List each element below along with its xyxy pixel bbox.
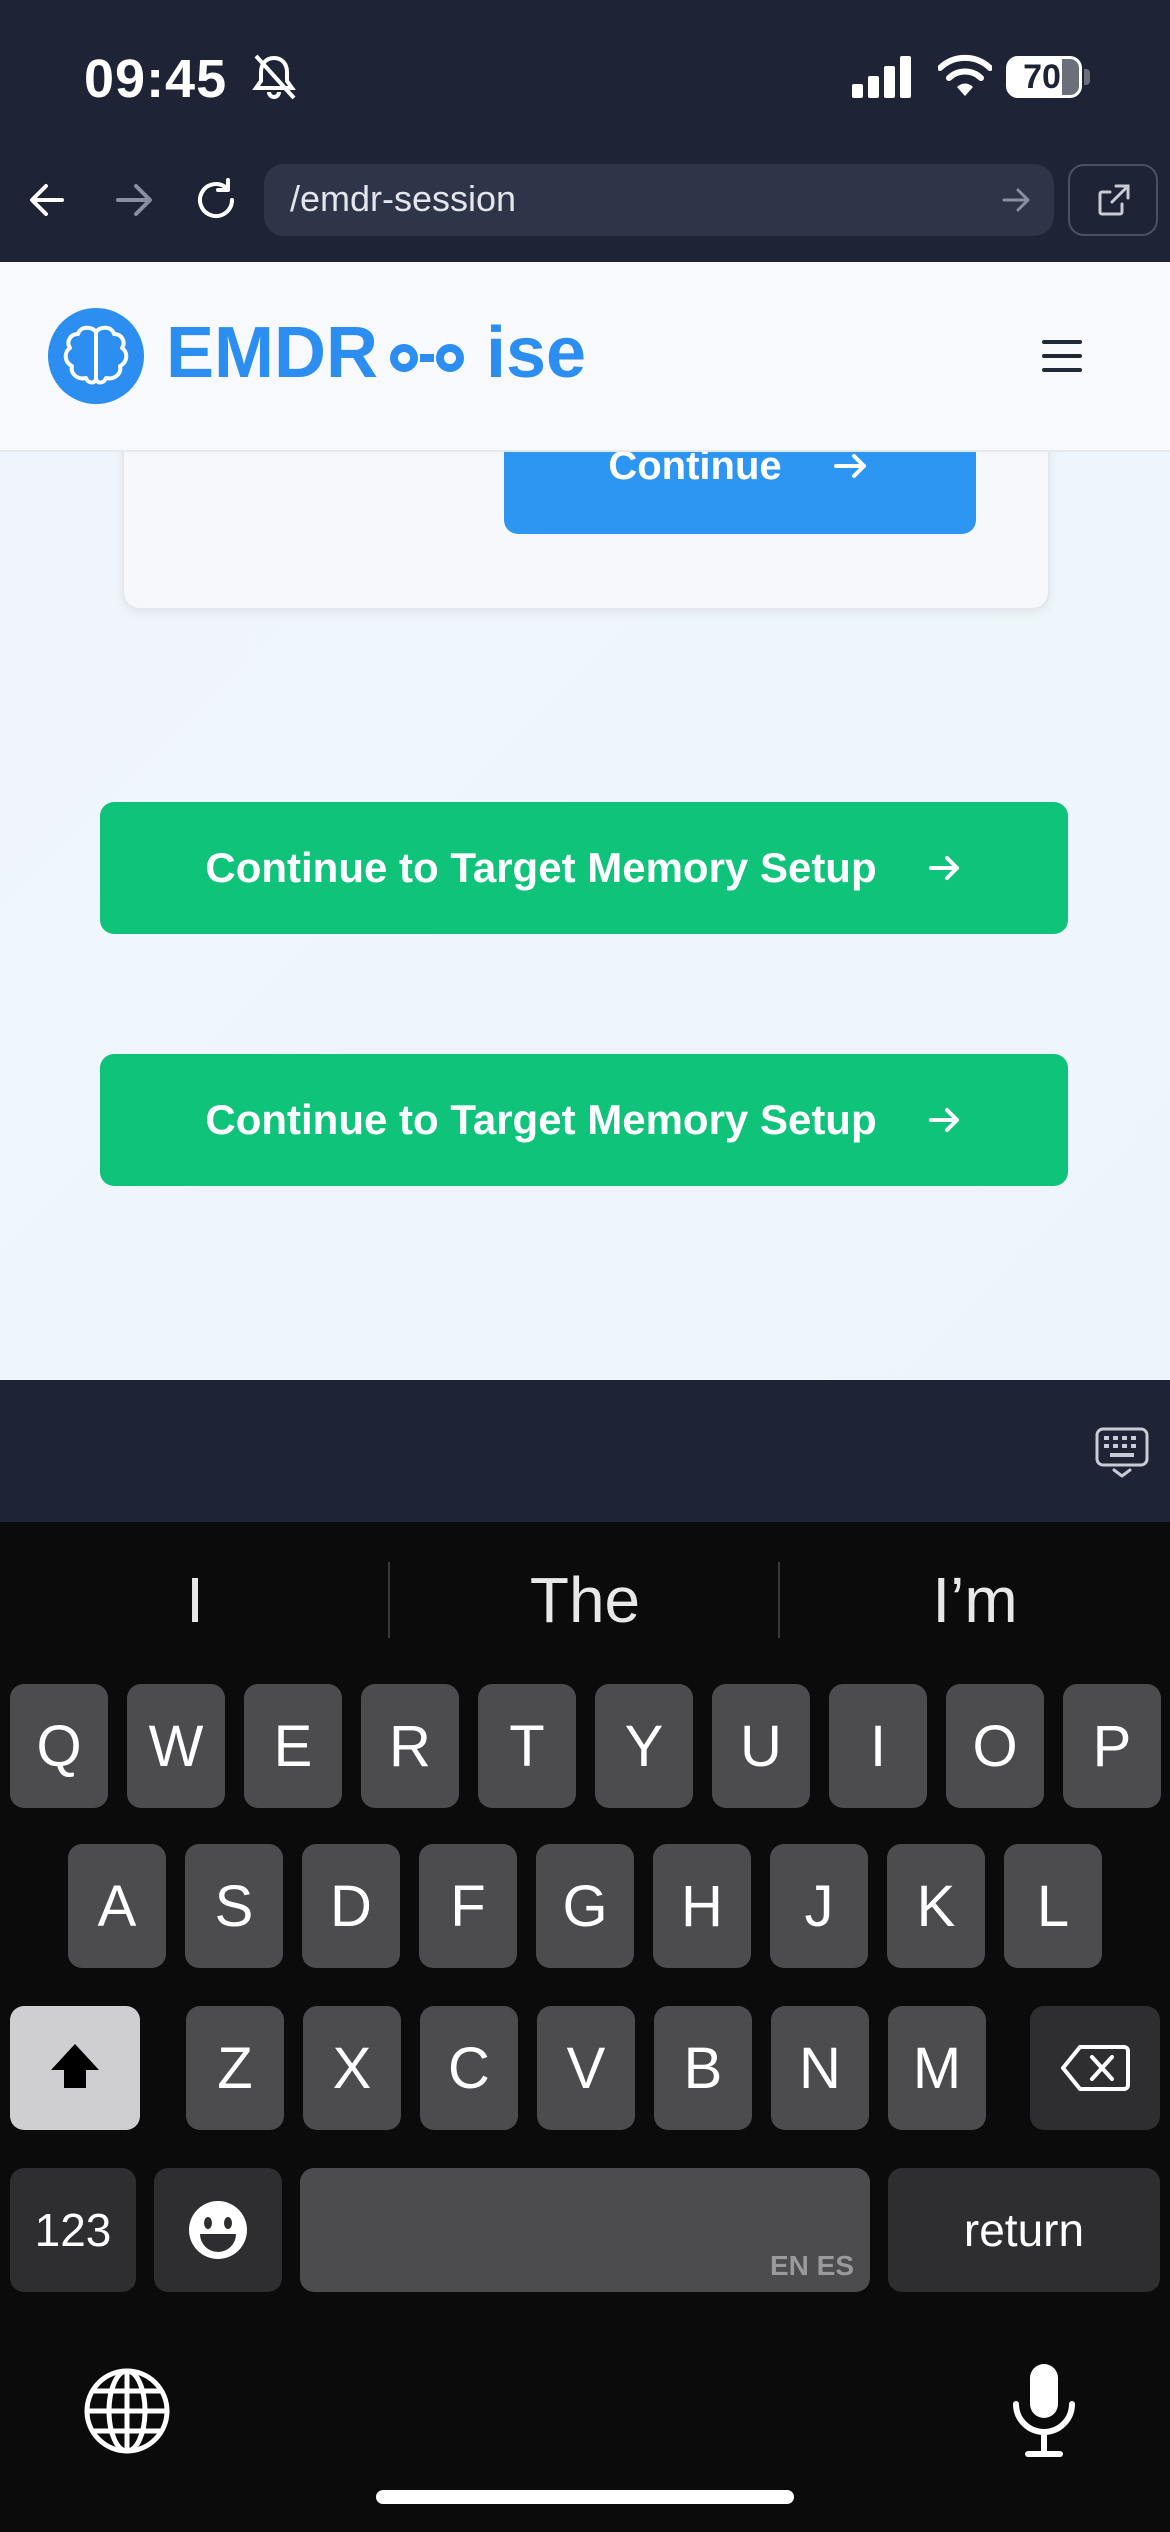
key-i[interactable]: I bbox=[829, 1684, 927, 1808]
key-v[interactable]: V bbox=[537, 2006, 635, 2130]
key-r[interactable]: R bbox=[361, 1684, 459, 1808]
key-d[interactable]: D bbox=[302, 1844, 400, 1968]
key-h[interactable]: H bbox=[653, 1844, 751, 1968]
button-label: Continue to Target Memory Setup bbox=[205, 1096, 877, 1143]
continue-label: Continue bbox=[608, 444, 782, 488]
wifi-icon bbox=[938, 54, 992, 96]
brain-logo-badge bbox=[48, 308, 144, 404]
arrow-right-icon bbox=[928, 1108, 959, 1132]
key-t[interactable]: T bbox=[478, 1684, 576, 1808]
suggestion-2[interactable]: The bbox=[390, 1560, 780, 1640]
reload-icon[interactable] bbox=[184, 168, 248, 232]
key-f[interactable]: F bbox=[419, 1844, 517, 1968]
battery-icon: 70 bbox=[1006, 56, 1092, 98]
logo-text-right: ise bbox=[486, 313, 587, 393]
key-u[interactable]: U bbox=[712, 1684, 810, 1808]
key-m[interactable]: M bbox=[888, 2006, 986, 2130]
suggestion-3[interactable]: I’m bbox=[780, 1560, 1170, 1640]
arrow-right-icon bbox=[928, 856, 959, 880]
key-j[interactable]: J bbox=[770, 1844, 868, 1968]
continue-button[interactable]: Continue bbox=[504, 444, 976, 534]
numbers-key[interactable]: 123 bbox=[10, 2168, 136, 2292]
suggestion-1[interactable]: I bbox=[0, 1560, 390, 1640]
key-g[interactable]: G bbox=[536, 1844, 634, 1968]
key-w[interactable]: W bbox=[127, 1684, 225, 1808]
emoji-icon bbox=[189, 2201, 247, 2259]
logo-text-left: EMDR bbox=[166, 313, 378, 393]
key-p[interactable]: P bbox=[1063, 1684, 1161, 1808]
key-s[interactable]: S bbox=[185, 1844, 283, 1968]
arrow-right-icon bbox=[833, 454, 866, 478]
key-a[interactable]: A bbox=[68, 1844, 166, 1968]
hamburger-menu-icon[interactable] bbox=[1038, 334, 1086, 378]
eyes-dots-icon bbox=[386, 338, 482, 378]
brain-icon bbox=[63, 325, 129, 385]
key-n[interactable]: N bbox=[771, 2006, 869, 2130]
open-external-button[interactable] bbox=[1068, 164, 1158, 236]
external-link-icon bbox=[1098, 184, 1130, 216]
key-y[interactable]: Y bbox=[595, 1684, 693, 1808]
keyboard-dismiss-icon[interactable] bbox=[1094, 1426, 1150, 1480]
microphone-icon[interactable] bbox=[1004, 2360, 1084, 2460]
logo-wordmark-overlay[interactable]: EMDR ise bbox=[166, 312, 586, 394]
continue-to-target-memory-button-2[interactable]: Continue to Target Memory Setup bbox=[100, 1054, 1068, 1186]
status-time: 09:45 bbox=[84, 49, 228, 109]
key-l[interactable]: L bbox=[1004, 1844, 1102, 1968]
key-k[interactable]: K bbox=[887, 1844, 985, 1968]
shift-key[interactable] bbox=[10, 2006, 140, 2130]
key-z[interactable]: Z bbox=[186, 2006, 284, 2130]
delete-icon bbox=[1061, 2045, 1130, 2091]
key-q[interactable]: Q bbox=[10, 1684, 108, 1808]
globe-icon[interactable] bbox=[82, 2366, 172, 2456]
shift-arrow-icon bbox=[51, 2044, 99, 2088]
keyboard-accessory-bar bbox=[0, 1380, 1170, 1522]
url-text[interactable]: /emdr-session bbox=[290, 178, 516, 220]
back-arrow-icon[interactable] bbox=[18, 168, 82, 232]
key-b[interactable]: B bbox=[654, 2006, 752, 2130]
backspace-key[interactable] bbox=[1030, 2006, 1160, 2130]
forward-arrow-icon[interactable] bbox=[100, 168, 164, 232]
key-e[interactable]: E bbox=[244, 1684, 342, 1808]
space-language-label: EN ES bbox=[769, 2250, 854, 2281]
key-c[interactable]: C bbox=[420, 2006, 518, 2130]
emoji-key[interactable] bbox=[154, 2168, 282, 2292]
button-label: Continue to Target Memory Setup bbox=[205, 844, 877, 891]
go-arrow-icon[interactable] bbox=[996, 180, 1036, 220]
key-o[interactable]: O bbox=[946, 1684, 1044, 1808]
return-key[interactable]: return bbox=[888, 2168, 1160, 2292]
space-key[interactable]: EN ES bbox=[300, 2168, 870, 2292]
continue-to-target-memory-button-1[interactable]: Continue to Target Memory Setup bbox=[100, 802, 1068, 934]
home-indicator bbox=[376, 2490, 794, 2504]
page-content: Continue to Target Memory Setup Continue… bbox=[0, 380, 1170, 1380]
battery-level: 70 bbox=[1023, 58, 1061, 96]
cellular-signal-icon bbox=[852, 56, 911, 98]
key-x[interactable]: X bbox=[303, 2006, 401, 2130]
bell-muted-icon bbox=[252, 54, 296, 100]
